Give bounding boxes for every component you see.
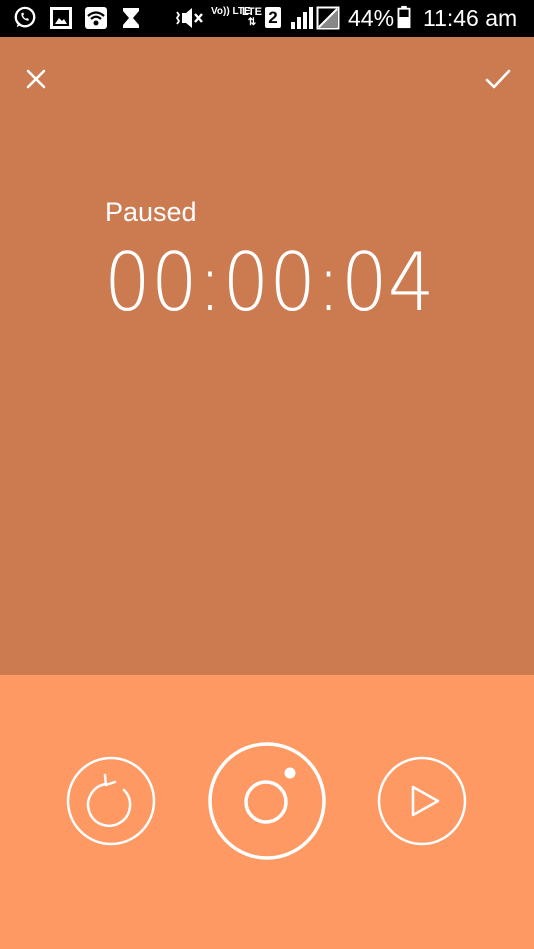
clock-time: 11:46 am bbox=[423, 5, 518, 31]
battery-percent: 44% bbox=[348, 5, 395, 31]
close-icon bbox=[26, 69, 46, 89]
lte-data-icon: LTE ⇅ bbox=[242, 6, 262, 28]
hourglass-icon bbox=[123, 8, 139, 28]
volte-icon: Vo)) LTE bbox=[211, 6, 251, 17]
reset-button[interactable] bbox=[66, 756, 156, 846]
play-button[interactable] bbox=[377, 756, 467, 846]
signal-icon bbox=[291, 7, 313, 29]
gallery-icon bbox=[50, 7, 72, 29]
whatsapp-icon bbox=[14, 6, 36, 28]
battery-icon bbox=[397, 5, 411, 29]
vibrate-mute-icon bbox=[175, 8, 203, 28]
controls-bar bbox=[0, 675, 534, 949]
reset-icon bbox=[66, 756, 156, 846]
check-icon bbox=[485, 69, 511, 89]
timer-state-label: Paused bbox=[105, 197, 197, 227]
timer-display-area: Paused 00:00:04 bbox=[0, 37, 534, 675]
elapsed-time: 00:00:04 bbox=[104, 236, 435, 329]
wifi-hotspot-icon bbox=[85, 7, 107, 29]
sim-2-icon: 2 bbox=[265, 7, 281, 28]
no-signal-icon bbox=[316, 6, 340, 30]
lap-button[interactable] bbox=[207, 741, 327, 861]
confirm-button[interactable] bbox=[474, 55, 522, 103]
sim-number: 2 bbox=[268, 8, 278, 27]
status-bar: Vo)) LTE LTE ⇅ 2 44% 11:46 am bbox=[0, 0, 534, 37]
close-button[interactable] bbox=[12, 55, 60, 103]
play-icon bbox=[377, 756, 467, 846]
lap-record-icon bbox=[208, 742, 326, 860]
